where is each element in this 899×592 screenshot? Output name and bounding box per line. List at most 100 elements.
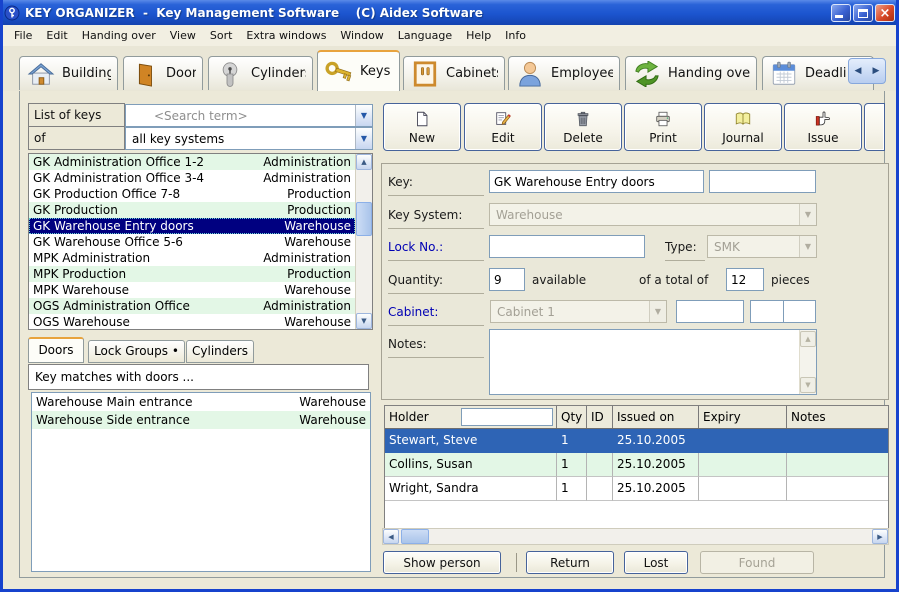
- delete-button[interactable]: Delete: [544, 103, 622, 151]
- cabinet-combo: Cabinet 1 ▼: [490, 300, 667, 323]
- menu-file[interactable]: File: [7, 27, 39, 44]
- subtab-doors[interactable]: Doors: [28, 337, 84, 363]
- tab-scroll-right-icon[interactable]: ▶: [873, 66, 880, 76]
- cabinet-hook-field-a[interactable]: [750, 300, 784, 323]
- toolbar-button-label: Issue: [807, 131, 838, 145]
- quantity-field[interactable]: [489, 268, 525, 291]
- close-button[interactable]: ×: [875, 4, 895, 22]
- cabinet-label[interactable]: Cabinet:: [388, 300, 484, 326]
- key-system-filter-combo[interactable]: all key systems ▼: [125, 127, 373, 150]
- total-field[interactable]: [726, 268, 764, 291]
- menu-view[interactable]: View: [163, 27, 203, 44]
- search-dropdown-button[interactable]: ▼: [355, 105, 372, 126]
- tab-doors[interactable]: Doors: [123, 56, 203, 90]
- door-list-item[interactable]: Warehouse Main entranceWarehouse: [32, 393, 370, 411]
- key-list-item[interactable]: GK Warehouse Entry doorsWarehouse: [29, 218, 355, 234]
- new-button[interactable]: New: [383, 103, 461, 151]
- menu-help[interactable]: Help: [459, 27, 498, 44]
- key-list-item[interactable]: GK Administration Office 3-4Administrati…: [29, 170, 355, 186]
- cell-notes: [787, 453, 888, 477]
- lost-button[interactable]: Lost: [624, 551, 688, 574]
- key-icon: [324, 58, 354, 86]
- key-name: GK Administration Office 1-2: [33, 154, 263, 170]
- key-list-item[interactable]: GK Warehouse Office 5-6Warehouse: [29, 234, 355, 250]
- menu-language[interactable]: Language: [391, 27, 459, 44]
- door-list-item[interactable]: Warehouse Side entranceWarehouse: [32, 411, 370, 429]
- key-system: Production: [287, 266, 351, 282]
- table-horizontal-scrollbar[interactable]: ◀ ▶: [382, 528, 889, 545]
- print-button[interactable]: Print: [624, 103, 702, 151]
- scroll-up-icon: ▲: [800, 331, 816, 347]
- key-extra-field[interactable]: [709, 170, 816, 193]
- scroll-right-icon[interactable]: ▶: [872, 529, 888, 544]
- scroll-up-icon[interactable]: ▲: [356, 154, 372, 170]
- menu-extra-windows[interactable]: Extra windows: [239, 27, 333, 44]
- key-system: Production: [287, 186, 351, 202]
- holder-filter-input[interactable]: [461, 408, 553, 426]
- maximize-icon: [858, 9, 868, 18]
- key-system: Warehouse: [284, 218, 351, 234]
- minimize-button[interactable]: [831, 4, 851, 22]
- menu-handing-over[interactable]: Handing over: [75, 27, 163, 44]
- key-list-item[interactable]: MPK AdministrationAdministration: [29, 250, 355, 266]
- key-list-item[interactable]: MPK ProductionProduction: [29, 266, 355, 282]
- holder-table-row[interactable]: Stewart, Steve125.10.2005: [385, 429, 888, 453]
- list-filter-labels: List of keys of: [28, 103, 125, 150]
- lock-no-field[interactable]: [489, 235, 645, 258]
- return-button[interactable]: Return: [526, 551, 614, 574]
- tab-cabinets[interactable]: Cabinets: [403, 56, 505, 90]
- cabinet-hook-field-b[interactable]: [783, 300, 816, 323]
- tab-scroll-left-icon[interactable]: ◀: [855, 66, 862, 76]
- scrollbar-thumb[interactable]: [356, 202, 372, 236]
- toolbar-button-partial[interactable]: [864, 103, 885, 151]
- notes-label: Notes:: [388, 332, 484, 358]
- key-list-item[interactable]: OGS Administration OfficeAdministration: [29, 298, 355, 314]
- key-list-item[interactable]: MPK WarehouseWarehouse: [29, 282, 355, 298]
- key-list-item[interactable]: GK Production Office 7-8Production: [29, 186, 355, 202]
- scroll-left-icon[interactable]: ◀: [383, 529, 399, 544]
- menu-info[interactable]: Info: [498, 27, 533, 44]
- type-label: Type:: [665, 235, 705, 261]
- maximize-button[interactable]: [853, 4, 873, 22]
- tab-keys[interactable]: Keys: [317, 50, 400, 91]
- cabinet-icon: [410, 60, 440, 88]
- key-list-item[interactable]: OGS WarehouseWarehouse: [29, 314, 355, 330]
- edit-button[interactable]: Edit: [464, 103, 542, 151]
- cabinet-position-field[interactable]: [676, 300, 744, 323]
- tab-employees[interactable]: Employees: [508, 56, 620, 90]
- subtab-lock-groups-[interactable]: Lock Groups •: [88, 340, 185, 363]
- notes-textarea[interactable]: ▲ ▼: [489, 329, 817, 395]
- holder-table-body: Stewart, Steve125.10.2005Collins, Susan1…: [385, 429, 888, 501]
- tab-buildings[interactable]: Buildings: [19, 56, 118, 90]
- subtab-cylinders[interactable]: Cylinders: [186, 340, 254, 363]
- key-list-scrollbar[interactable]: ▲ ▼: [355, 154, 372, 329]
- lock-no-label[interactable]: Lock No.:: [388, 235, 484, 261]
- scroll-down-icon[interactable]: ▼: [356, 313, 372, 329]
- tab-cylinders[interactable]: Cylinders: [208, 56, 313, 90]
- scrollbar-thumb[interactable]: [401, 529, 429, 544]
- footer-separator: [516, 553, 517, 572]
- menu-edit[interactable]: Edit: [39, 27, 74, 44]
- key-name-field[interactable]: [489, 170, 704, 193]
- issue-hand-icon: [814, 109, 832, 129]
- key-system: Administration: [263, 170, 351, 186]
- key-name: MPK Administration: [33, 250, 263, 266]
- dropdown-button: ▼: [799, 204, 816, 225]
- show-person-button[interactable]: Show person: [383, 551, 501, 574]
- found-button[interactable]: Found: [700, 551, 814, 574]
- holder-table-row[interactable]: Collins, Susan125.10.2005: [385, 453, 888, 477]
- menu-sort[interactable]: Sort: [203, 27, 240, 44]
- issue-button[interactable]: Issue: [784, 103, 862, 151]
- holder-table-row[interactable]: Wright, Sandra125.10.2005: [385, 477, 888, 501]
- journal-button[interactable]: Journal: [704, 103, 782, 151]
- menu-window[interactable]: Window: [333, 27, 390, 44]
- cell-issued-on: 25.10.2005: [613, 453, 699, 477]
- filter-dropdown-button[interactable]: ▼: [355, 128, 372, 149]
- matches-subtabs: DoorsLock Groups •Cylinders: [28, 337, 373, 363]
- toolbar-button-label: Journal: [722, 131, 764, 145]
- key-list-item[interactable]: GK Administration Office 1-2Administrati…: [29, 154, 355, 170]
- tab-label: Employees: [551, 66, 613, 81]
- tab-handing-over[interactable]: Handing over: [625, 56, 757, 90]
- search-combo[interactable]: <Search term> ▼: [125, 104, 373, 127]
- key-list-item[interactable]: GK ProductionProduction: [29, 202, 355, 218]
